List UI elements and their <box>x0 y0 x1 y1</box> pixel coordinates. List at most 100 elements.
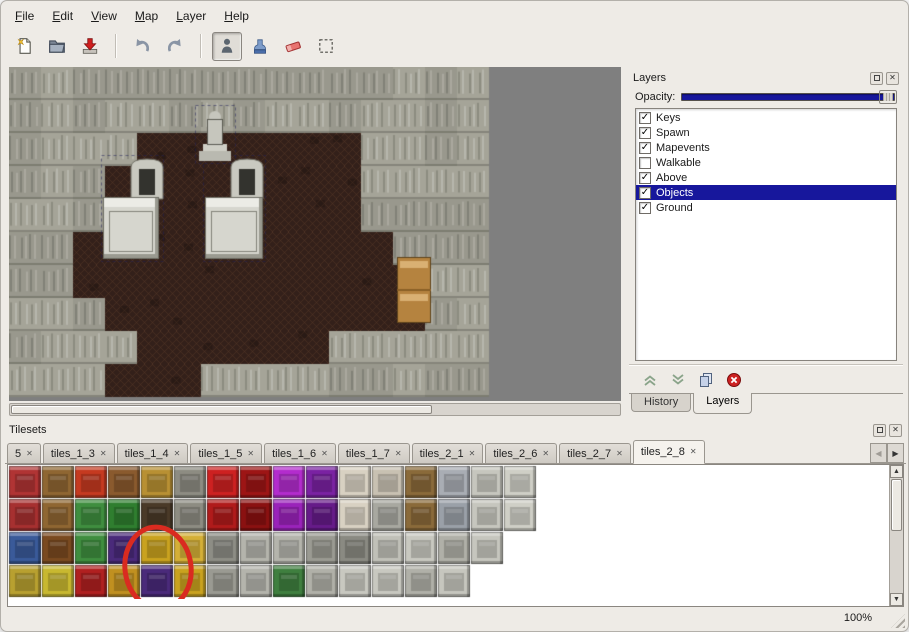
layer-visibility-checkbox[interactable]: ✓ <box>639 202 651 214</box>
tileset-tab-tiles_1_4[interactable]: tiles_1_4 ✕ <box>117 443 189 463</box>
layer-row-mapevents[interactable]: ✓ Mapevents <box>636 140 896 155</box>
tab-close-icon[interactable]: ✕ <box>100 450 107 458</box>
scroll-up-arrow[interactable]: ▲ <box>890 465 903 478</box>
duplicate-layer-button[interactable] <box>697 371 715 389</box>
tab-close-icon[interactable]: ✕ <box>174 450 181 458</box>
map-view[interactable] <box>9 67 621 401</box>
map-horizontal-scrollbar[interactable] <box>9 403 621 416</box>
slider-handle[interactable] <box>879 90 897 104</box>
tileset-tab-tiles_2_8[interactable]: tiles_2_8✕ <box>633 440 705 464</box>
tileset-tab-tiles_1_6[interactable]: tiles_1_6 ✕ <box>264 443 336 463</box>
menu-edit[interactable]: Edit <box>44 7 81 25</box>
move-layer-down-button[interactable] <box>669 371 687 389</box>
layer-list: ✓Keys✓Spawn✓MapeventsWalkable✓Above✓Obje… <box>635 108 897 361</box>
tab-close-icon[interactable]: ✕ <box>469 450 476 458</box>
panel-tab-history[interactable]: History <box>631 394 691 412</box>
tab-close-icon[interactable]: ✕ <box>247 450 254 458</box>
layer-row-above[interactable]: ✓ Above <box>636 170 896 185</box>
menu-help[interactable]: Help <box>216 7 257 25</box>
tileset-tab-tiles_1_5[interactable]: tiles_1_5✕ <box>190 443 262 463</box>
layer-name: Keys <box>656 112 680 124</box>
scrollbar-thumb[interactable] <box>891 479 902 531</box>
close-icon: ✕ <box>889 74 896 82</box>
scrollbar-thumb[interactable] <box>11 405 432 414</box>
layer-visibility-checkbox[interactable] <box>639 157 651 169</box>
layer-row-spawn[interactable]: ✓Spawn <box>636 125 896 140</box>
layer-actions-toolbar <box>629 365 903 393</box>
eraser-icon <box>284 37 302 55</box>
float-icon <box>877 427 883 433</box>
layer-name: Above <box>656 172 687 184</box>
tileset-tabbar: 5✕tiles_1_3✕tiles_1_4✕tiles_1_5✕tiles_1_… <box>5 439 906 464</box>
scroll-tabs-right-button[interactable]: ▶ <box>887 443 904 463</box>
layer-row-objects[interactable]: ✓ Objects <box>636 185 896 200</box>
tab-close-icon[interactable]: ✕ <box>26 450 33 458</box>
tileset-tab-label: tiles_2_7 <box>567 448 611 460</box>
opacity-slider[interactable] <box>681 90 897 104</box>
open-button[interactable] <box>42 32 72 61</box>
new-file-button[interactable] <box>9 32 39 61</box>
scroll-down-arrow[interactable]: ▼ <box>890 593 903 606</box>
tileset-canvas[interactable] <box>8 465 886 599</box>
tileset-tab-tiles_1_3[interactable]: tiles_1_3✕ <box>43 443 115 463</box>
move-layer-up-button[interactable] <box>641 371 659 389</box>
toolbar-separator <box>200 34 202 58</box>
undo-icon <box>133 37 151 55</box>
redo-icon <box>166 37 184 55</box>
float-panel-button[interactable] <box>870 72 883 85</box>
layers-panel-header: Layers ✕ <box>629 69 903 87</box>
delete-layer-button[interactable] <box>725 371 743 389</box>
player-icon <box>218 37 236 55</box>
layers-panel-title: Layers <box>633 72 666 84</box>
tab-close-icon[interactable]: ✕ <box>321 450 328 458</box>
select-tool-button[interactable] <box>311 32 341 61</box>
layer-row-walkable[interactable]: Walkable <box>636 155 896 170</box>
panel-tab-layers[interactable]: Layers <box>693 393 752 414</box>
menu-file[interactable]: File <box>7 7 42 25</box>
map-canvas[interactable] <box>9 67 621 401</box>
menu-map[interactable]: Map <box>127 7 166 25</box>
scroll-tabs-left-button[interactable]: ◀ <box>870 443 887 463</box>
layer-visibility-checkbox[interactable]: ✓ <box>639 127 651 139</box>
tileset-view[interactable]: ▲ ▼ <box>7 464 904 607</box>
tileset-tab-tiles_1_7[interactable]: tiles_1_7✕ <box>338 443 410 463</box>
tileset-tab-label: 5 <box>15 448 21 460</box>
tileset-tab-5[interactable]: 5✕ <box>7 443 41 463</box>
tileset-tab-label: tiles_1_6 <box>272 448 316 460</box>
layer-name: Ground <box>656 202 693 214</box>
toolbar-separator <box>115 34 117 58</box>
tab-close-icon[interactable]: ✕ <box>690 448 697 456</box>
layer-name: Mapevents <box>656 142 710 154</box>
status-bar: 100% <box>5 607 906 629</box>
slider-track <box>681 93 895 101</box>
tileset-tab-tiles_2_7[interactable]: tiles_2_7 ✕ <box>559 443 631 463</box>
tab-close-icon[interactable]: ✕ <box>395 450 402 458</box>
tileset-tab-tiles_2_1[interactable]: tiles_2_1✕ <box>412 443 484 463</box>
menu-view[interactable]: View <box>83 7 125 25</box>
layer-visibility-checkbox[interactable]: ✓ <box>639 172 651 184</box>
float-panel-button[interactable] <box>873 424 886 437</box>
stamp-icon <box>251 37 269 55</box>
tab-close-icon[interactable]: ✕ <box>542 450 549 458</box>
close-panel-button[interactable]: ✕ <box>886 72 899 85</box>
tileset-tab-tiles_2_6[interactable]: tiles_2_6✕ <box>485 443 557 463</box>
layer-name: Objects <box>656 187 693 199</box>
layer-visibility-checkbox[interactable]: ✓ <box>639 142 651 154</box>
undo-button[interactable] <box>127 32 157 61</box>
open-folder-icon <box>48 37 66 55</box>
layer-visibility-checkbox[interactable]: ✓ <box>639 187 651 199</box>
opacity-row: Opacity: <box>629 87 903 108</box>
layer-visibility-checkbox[interactable]: ✓ <box>639 112 651 124</box>
menu-layer[interactable]: Layer <box>168 7 214 25</box>
layer-row-keys[interactable]: ✓ Keys <box>636 110 896 125</box>
redo-button[interactable] <box>160 32 190 61</box>
player-tool-button[interactable] <box>212 32 242 61</box>
stamp-tool-button[interactable] <box>245 32 275 61</box>
close-panel-button[interactable]: ✕ <box>889 424 902 437</box>
tileset-vertical-scrollbar[interactable]: ▲ ▼ <box>889 465 903 606</box>
tab-close-icon[interactable]: ✕ <box>616 450 623 458</box>
layer-row-ground[interactable]: ✓ Ground <box>636 200 896 215</box>
save-button[interactable] <box>75 32 105 61</box>
eraser-tool-button[interactable] <box>278 32 308 61</box>
tileset-tab-label: tiles_1_4 <box>125 448 169 460</box>
